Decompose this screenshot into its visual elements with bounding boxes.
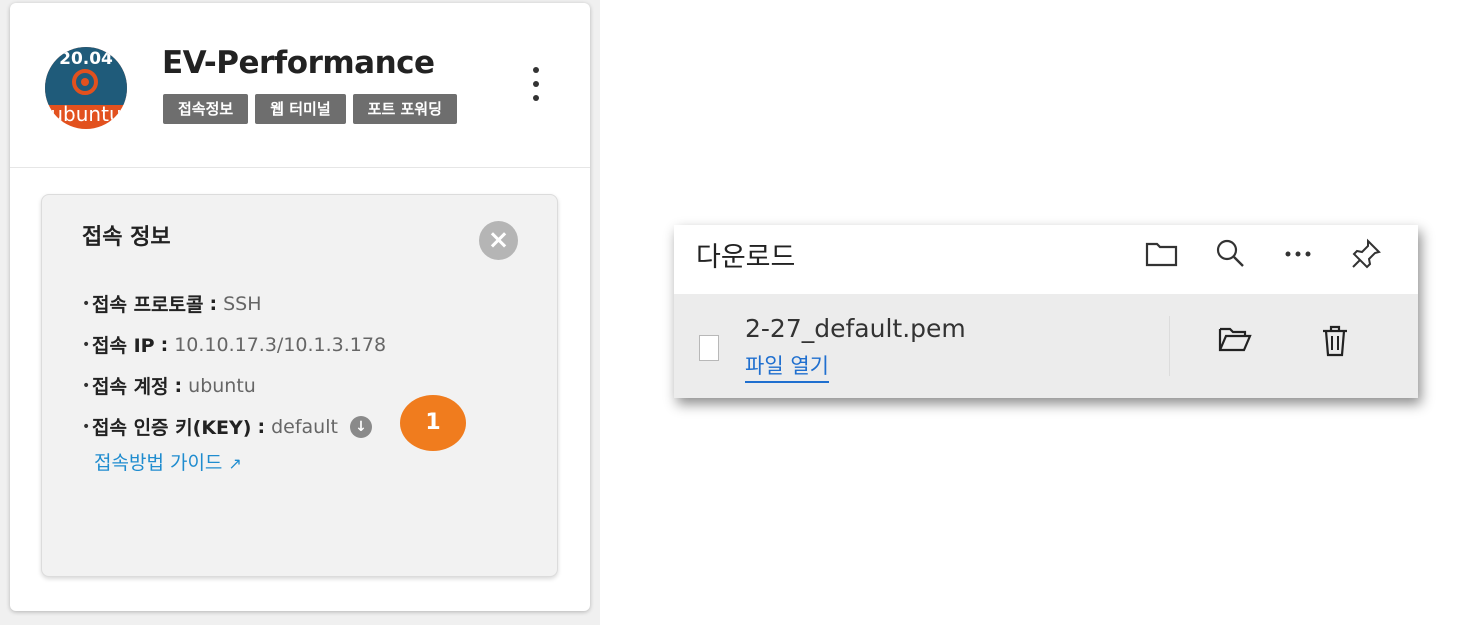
server-card: 20.04 ubuntu EV-Performance 접속정보 웹 터미널 포… xyxy=(10,3,590,611)
external-link-icon: ↗ xyxy=(228,454,242,473)
download-filename: 2-27_default.pem xyxy=(745,314,966,343)
server-name: EV-Performance xyxy=(162,45,435,81)
more-options-icon[interactable] xyxy=(1278,238,1318,275)
file-icon xyxy=(699,335,719,361)
folder-icon[interactable] xyxy=(1142,238,1182,275)
connection-guide-link[interactable]: 접속방법 가이드 ↗ xyxy=(94,448,242,475)
card-header: 20.04 ubuntu EV-Performance 접속정보 웹 터미널 포… xyxy=(10,3,590,168)
close-icon[interactable]: × xyxy=(479,221,518,260)
download-item[interactable]: 2-27_default.pem 파일 열기 xyxy=(674,294,1418,398)
info-value: SSH xyxy=(223,292,262,315)
divider xyxy=(1169,316,1170,376)
panel-title: 접속 정보 xyxy=(82,225,171,250)
open-file-link[interactable]: 파일 열기 xyxy=(745,350,829,383)
connection-info-panel: 접속 정보 × • 접속 프로토콜 : SSH • 접속 IP : 10.10.… xyxy=(41,194,558,577)
guide-link-label[interactable]: 접속방법 가이드 xyxy=(94,452,222,474)
os-version: 20.04 xyxy=(59,49,113,69)
downloads-title: 다운로드 xyxy=(696,242,796,273)
info-row-ip: • 접속 IP : 10.10.17.3/10.1.3.178 xyxy=(82,324,386,365)
os-brand: ubuntu xyxy=(50,102,122,126)
downloads-panel: 다운로드 2-27_default.pem 파일 열기 xyxy=(674,225,1418,398)
info-label: 접속 IP xyxy=(92,335,155,357)
ubuntu-avatar-icon: 20.04 ubuntu xyxy=(45,47,127,129)
info-value: ubuntu xyxy=(188,374,256,397)
open-folder-icon[interactable] xyxy=(1215,324,1255,361)
server-tabs: 접속정보 웹 터미널 포트 포워딩 xyxy=(163,94,457,124)
info-value: 10.10.17.3/10.1.3.178 xyxy=(174,333,387,356)
tab-connection-info[interactable]: 접속정보 xyxy=(163,94,249,124)
tab-web-terminal[interactable]: 웹 터미널 xyxy=(255,94,346,124)
ubuntu-logo-icon xyxy=(72,69,98,95)
info-list: • 접속 프로토콜 : SSH • 접속 IP : 10.10.17.3/10.… xyxy=(82,283,386,447)
download-key-icon[interactable]: ↓ xyxy=(349,415,372,438)
search-icon[interactable] xyxy=(1210,238,1250,275)
info-row-auth-key: • 접속 인증 키(KEY) : default ↓ xyxy=(82,406,386,447)
tab-port-forwarding[interactable]: 포트 포워딩 xyxy=(352,94,457,124)
info-label: 접속 프로토콜 xyxy=(92,294,204,316)
info-value: default xyxy=(271,415,338,438)
pin-icon[interactable] xyxy=(1346,238,1386,277)
info-row-protocol: • 접속 프로토콜 : SSH xyxy=(82,283,386,324)
info-label: 접속 계정 xyxy=(92,376,169,398)
downloads-header: 다운로드 xyxy=(674,225,1418,294)
step-badge: 1 xyxy=(400,395,466,451)
info-label: 접속 인증 키(KEY) xyxy=(92,417,252,439)
info-row-account: • 접속 계정 : ubuntu xyxy=(82,365,386,406)
delete-icon[interactable] xyxy=(1315,324,1355,365)
more-options-icon[interactable] xyxy=(530,67,542,111)
